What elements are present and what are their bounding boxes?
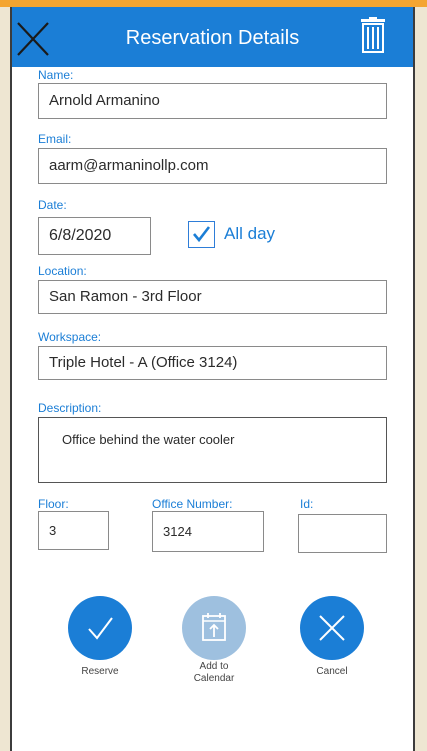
trash-icon <box>361 17 385 53</box>
id-field[interactable] <box>298 514 387 553</box>
header-bar: Reservation Details <box>12 7 413 67</box>
allday-label: All day <box>224 224 276 243</box>
close-button[interactable] <box>14 17 54 61</box>
reserve-button[interactable] <box>68 596 132 660</box>
floor-label: Floor: <box>38 497 69 511</box>
description-field[interactable]: Office behind the water cooler <box>38 417 387 483</box>
reservation-panel: Reservation Details Name: Arnold Armanin… <box>10 7 415 751</box>
add-to-calendar-button[interactable] <box>182 596 246 660</box>
date-label: Date: <box>38 198 67 212</box>
email-label: Email: <box>38 132 72 146</box>
cancel-button[interactable] <box>300 596 364 660</box>
office-number-label: Office Number: <box>152 497 233 511</box>
name-label: Name: <box>38 68 74 82</box>
workspace-field[interactable]: Triple Hotel - A (Office 3124) <box>38 346 387 380</box>
location-label: Location: <box>38 264 87 278</box>
add-to-calendar-label: Add to Calendar <box>174 661 254 685</box>
window-top-border <box>0 0 427 7</box>
page-title: Reservation Details <box>125 27 300 49</box>
workspace-label: Workspace: <box>38 330 102 344</box>
close-icon <box>17 22 49 56</box>
calendar-icon <box>202 613 226 641</box>
floor-field[interactable]: 3 <box>38 511 109 550</box>
description-label: Description: <box>38 401 102 415</box>
window-frame: Reservation Details Name: Arnold Armanin… <box>0 0 427 751</box>
email-field[interactable]: aarm@armaninollp.com <box>38 148 387 184</box>
checkmark-icon <box>193 226 211 243</box>
reserve-label: Reserve <box>81 666 119 677</box>
add-to-calendar-label-line1: Add to <box>199 661 229 672</box>
office-number-field[interactable]: 3124 <box>152 511 264 552</box>
name-field[interactable]: Arnold Armanino <box>38 83 387 119</box>
location-field[interactable]: San Ramon - 3rd Floor <box>38 280 387 314</box>
delete-button[interactable] <box>358 17 388 57</box>
date-field[interactable]: 6/8/2020 <box>38 217 151 255</box>
close-icon <box>319 615 345 641</box>
allday-checkbox[interactable] <box>188 221 215 248</box>
add-to-calendar-label-line2: Calendar <box>193 673 235 684</box>
cancel-label: Cancel <box>316 666 348 677</box>
checkmark-icon <box>88 617 113 640</box>
id-label: Id: <box>300 497 314 511</box>
